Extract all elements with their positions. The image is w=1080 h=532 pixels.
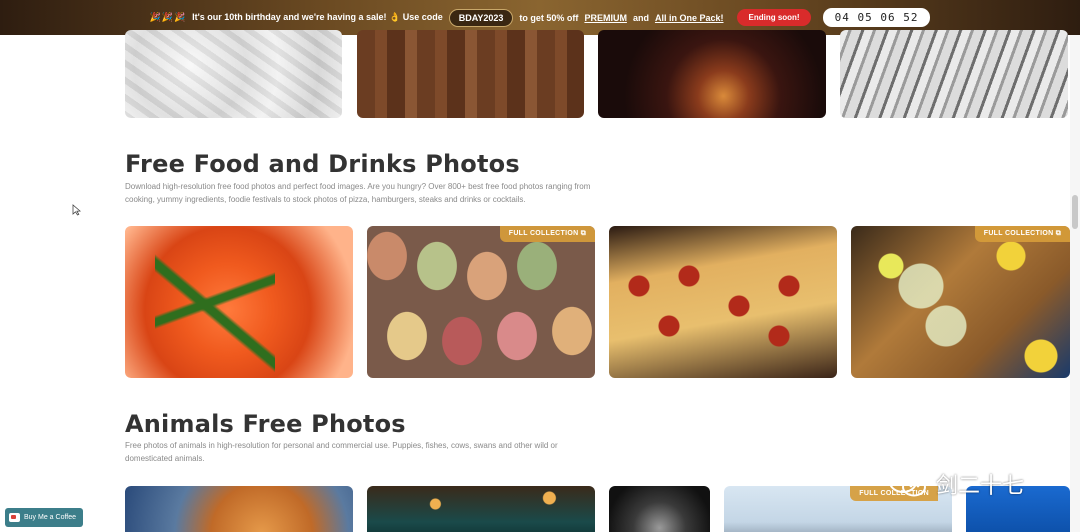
promo-text-mid: to get 50% off	[519, 12, 579, 23]
tomato-photo[interactable]	[125, 226, 353, 378]
all-in-one-pack-link[interactable]: All in One Pack!	[655, 13, 724, 23]
animals-section-title: Animals Free Photos	[125, 410, 406, 438]
wood-texture-photo[interactable]	[357, 30, 584, 118]
ending-soon-button[interactable]: Ending soon!	[737, 9, 811, 26]
full-collection-badge[interactable]: FULL COLLECTION ⧉	[499, 226, 595, 242]
macarons-photo[interactable]: FULL COLLECTION ⧉	[367, 226, 595, 378]
animals-section-description-1: Free photos of animals in high-resolutio…	[125, 441, 558, 450]
watermark-text: 剑二十七	[936, 474, 1025, 499]
bokeh-lights-photo[interactable]	[598, 30, 826, 118]
buy-me-a-coffee-button[interactable]: Buy Me a Coffee	[5, 508, 84, 527]
buy-me-a-coffee-label: Buy Me a Coffee	[24, 514, 77, 521]
food-section-description-2: cooking, yummy ingredients, foodie festi…	[125, 195, 526, 204]
kitten-photo[interactable]	[125, 486, 353, 532]
animals-section-description-2: domesticated animals.	[125, 454, 205, 463]
cracked-rock-photo[interactable]	[840, 30, 1068, 118]
wechat-logo-icon	[889, 471, 926, 497]
promo-text: It's our 10th birthday and we're having …	[192, 12, 443, 22]
scrollbar-thumb[interactable]	[1072, 195, 1078, 229]
food-section-description-1: Download high-resolution free food photo…	[125, 182, 591, 191]
pizza-photo[interactable]	[609, 226, 837, 378]
lion-photo[interactable]	[609, 486, 710, 532]
mouse-cursor-icon	[72, 204, 82, 216]
crumpled-paper-photo[interactable]	[125, 30, 342, 118]
promo-and: and	[632, 12, 649, 23]
full-collection-badge[interactable]: FULL COLLECTION ⧉	[974, 226, 1070, 242]
page-scrollbar[interactable]	[1070, 35, 1080, 532]
watermark: 剑二十七	[888, 468, 1024, 500]
cocktail-drinks-photo[interactable]: FULL COLLECTION ⧉	[851, 226, 1070, 378]
promo-code[interactable]: BDAY2023	[448, 8, 514, 27]
coffee-cup-icon	[9, 513, 20, 522]
aquarium-photo[interactable]	[367, 486, 595, 532]
premium-link[interactable]: PREMIUM	[584, 13, 627, 23]
food-section-title: Free Food and Drinks Photos	[125, 150, 520, 178]
countdown-timer: 04 05 06 52	[822, 8, 931, 27]
party-emoji: 🎉🎉🎉	[149, 12, 187, 22]
